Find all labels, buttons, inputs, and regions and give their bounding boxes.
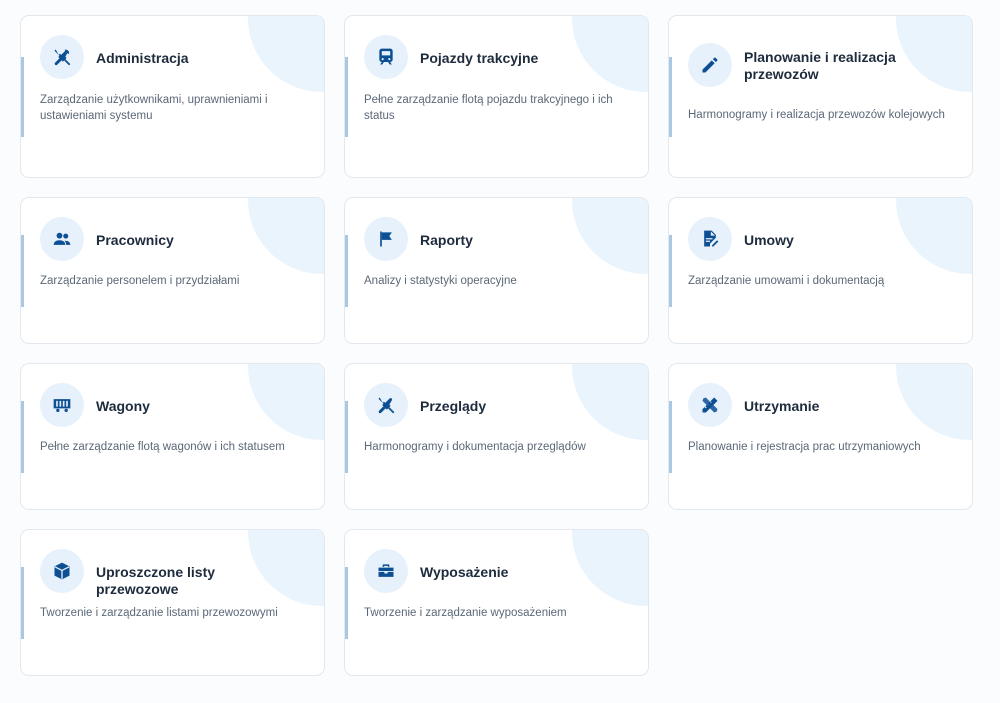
card-description: Zarządzanie użytkownikami, uprawnieniami… bbox=[40, 94, 268, 122]
toolbox-icon bbox=[364, 549, 408, 593]
users-icon bbox=[40, 217, 84, 261]
train-icon bbox=[364, 35, 408, 79]
card-przeglady[interactable]: Przeglądy Harmonogramy i dokumentacja pr… bbox=[344, 363, 649, 510]
card-accent-bar bbox=[21, 401, 24, 473]
card-title: Wyposażenie bbox=[420, 564, 509, 580]
card-title: Administracja bbox=[96, 50, 189, 66]
card-wyposazenie[interactable]: Wyposażenie Tworzenie i zarządzanie wypo… bbox=[344, 529, 649, 676]
card-accent-bar bbox=[21, 567, 24, 639]
card-title: Pojazdy trakcyjne bbox=[420, 50, 539, 66]
card-uproszczone-listy[interactable]: Uproszczone listy przewozowe Tworzenie i… bbox=[20, 529, 325, 676]
card-planowanie[interactable]: Planowanie i realizacja przewozów Harmon… bbox=[668, 15, 973, 178]
wrench-screwdriver-icon bbox=[364, 383, 408, 427]
card-title: Utrzymanie bbox=[744, 398, 820, 414]
flag-icon bbox=[364, 217, 408, 261]
card-administracja[interactable]: Administracja Zarządzanie użytkownikami,… bbox=[20, 15, 325, 178]
card-title: Planowanie i realizacja przewozów bbox=[744, 49, 896, 82]
ruler-pencil-icon bbox=[688, 383, 732, 427]
card-pracownicy[interactable]: Pracownicy Zarządzanie personelem i przy… bbox=[20, 197, 325, 344]
card-pojazdy-trakcyjne[interactable]: Pojazdy trakcyjne Pełne zarządzanie flot… bbox=[344, 15, 649, 178]
card-utrzymanie[interactable]: Utrzymanie Planowanie i rejestracja prac… bbox=[668, 363, 973, 510]
signed-document-icon bbox=[688, 217, 732, 261]
box-icon bbox=[40, 549, 84, 593]
card-title: Przeglądy bbox=[420, 398, 487, 414]
tools-icon bbox=[40, 35, 84, 79]
card-accent-bar bbox=[669, 235, 672, 307]
card-title: Raporty bbox=[420, 232, 473, 248]
card-description: Harmonogramy i dokumentacja przeglądów bbox=[364, 441, 586, 453]
card-accent-bar bbox=[345, 235, 348, 307]
card-accent-bar bbox=[345, 57, 348, 137]
card-accent-bar bbox=[21, 57, 24, 137]
module-grid: Administracja Zarządzanie użytkownikami,… bbox=[0, 0, 1000, 703]
card-description: Zarządzanie personelem i przydziałami bbox=[40, 275, 240, 287]
card-description: Planowanie i rejestracja prac utrzymanio… bbox=[688, 441, 921, 453]
card-accent-bar bbox=[21, 235, 24, 307]
card-description: Tworzenie i zarządzanie listami przewozo… bbox=[40, 607, 278, 619]
card-accent-bar bbox=[345, 567, 348, 639]
card-title: Pracownicy bbox=[96, 232, 174, 248]
card-title: Umowy bbox=[744, 232, 794, 248]
card-description: Analizy i statystyki operacyjne bbox=[364, 275, 517, 287]
wagon-icon bbox=[40, 383, 84, 427]
card-description: Pełne zarządzanie flotą pojazdu trakcyjn… bbox=[364, 94, 613, 122]
card-raporty[interactable]: Raporty Analizy i statystyki operacyjne bbox=[344, 197, 649, 344]
card-description: Harmonogramy i realizacja przewozów kole… bbox=[688, 109, 945, 121]
card-title: Wagony bbox=[96, 398, 150, 414]
pencil-icon bbox=[688, 43, 732, 87]
card-wagony[interactable]: Wagony Pełne zarządzanie flotą wagonów i… bbox=[20, 363, 325, 510]
card-accent-bar bbox=[669, 57, 672, 137]
card-title: Uproszczone listy przewozowe bbox=[96, 564, 216, 597]
card-description: Pełne zarządzanie flotą wagonów i ich st… bbox=[40, 441, 285, 453]
card-umowy[interactable]: Umowy Zarządzanie umowami i dokumentacją bbox=[668, 197, 973, 344]
card-description: Zarządzanie umowami i dokumentacją bbox=[688, 275, 885, 287]
card-accent-bar bbox=[669, 401, 672, 473]
card-accent-bar bbox=[345, 401, 348, 473]
card-description: Tworzenie i zarządzanie wyposażeniem bbox=[364, 607, 567, 619]
